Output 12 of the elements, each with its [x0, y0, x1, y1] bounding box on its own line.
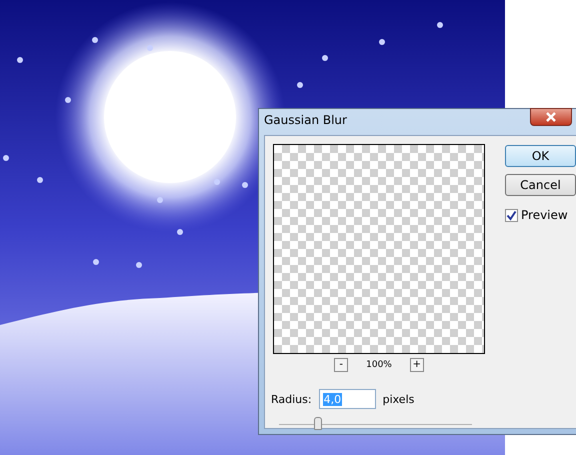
cancel-button[interactable]: Cancel — [505, 174, 576, 196]
zoom-out-button[interactable]: - — [334, 358, 348, 372]
close-icon[interactable] — [530, 108, 572, 126]
zoom-percent: 100% — [366, 360, 392, 370]
zoom-in-button[interactable]: + — [410, 358, 424, 372]
ok-button[interactable]: OK — [505, 145, 576, 167]
preview-checkbox[interactable] — [505, 208, 518, 222]
radius-label: Radius: — [271, 392, 312, 406]
dialog-title: Gaussian Blur — [264, 113, 347, 127]
preview-label: Preview — [521, 208, 568, 222]
pixels-label: pixels — [382, 392, 414, 406]
slider-thumb[interactable] — [314, 417, 322, 430]
